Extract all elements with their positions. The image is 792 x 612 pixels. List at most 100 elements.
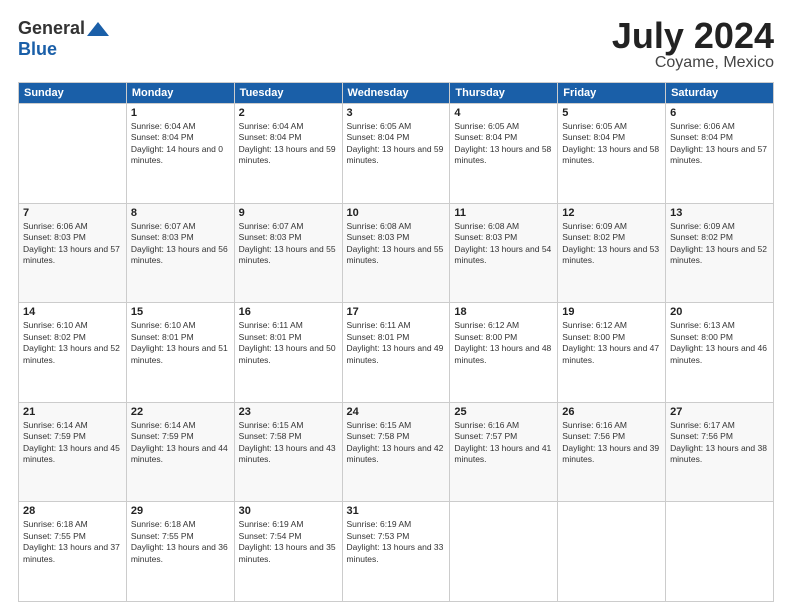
day-info: Sunrise: 6:10 AM Sunset: 8:02 PM Dayligh… (23, 320, 122, 366)
day-number: 16 (239, 306, 338, 318)
day-header-monday: Monday (126, 83, 234, 104)
page: General Blue July 2024 Coyame, Mexico Su… (0, 0, 792, 612)
day-number: 17 (347, 306, 446, 318)
day-number: 14 (23, 306, 122, 318)
day-cell: 9Sunrise: 6:07 AM Sunset: 8:03 PM Daylig… (234, 203, 342, 303)
week-row-2: 7 Sunrise: 6:06 AM Sunset: 8:03 PM Daylig… (19, 203, 774, 303)
day-header-thursday: Thursday (450, 83, 558, 104)
day-info: Sunrise: 6:05 AM Sunset: 8:04 PM Dayligh… (347, 121, 446, 167)
day-number: 28 (23, 505, 122, 517)
day-info: Sunrise: 6:06 AM Sunset: 8:03 PM Dayligh… (23, 221, 122, 267)
day-cell: 8Sunrise: 6:07 AM Sunset: 8:03 PM Daylig… (126, 203, 234, 303)
week-row-3: 14 Sunrise: 6:10 AM Sunset: 8:02 PM Dayli… (19, 303, 774, 403)
day-cell: 28 Sunrise: 6:18 AM Sunset: 7:55 PM Dayli… (19, 502, 127, 602)
day-number: 29 (131, 505, 230, 517)
day-cell (450, 502, 558, 602)
day-cell: 25 Sunrise: 6:16 AM Sunset: 7:57 PM Dayli… (450, 402, 558, 502)
day-number: 8 (131, 207, 230, 219)
day-cell: 14 Sunrise: 6:10 AM Sunset: 8:02 PM Dayli… (19, 303, 127, 403)
day-number: 9 (239, 207, 338, 219)
day-number: 23 (239, 406, 338, 418)
day-number: 18 (454, 306, 553, 318)
week-row-4: 21 Sunrise: 6:14 AM Sunset: 7:59 PM Dayli… (19, 402, 774, 502)
day-cell: 26 Sunrise: 6:16 AM Sunset: 7:56 PM Dayli… (558, 402, 666, 502)
day-number: 20 (670, 306, 769, 318)
day-number: 19 (562, 306, 661, 318)
day-header-friday: Friday (558, 83, 666, 104)
day-number: 13 (670, 207, 769, 219)
day-info: Sunrise: 6:14 AM Sunset: 7:59 PM Dayligh… (131, 420, 230, 466)
day-info: Sunrise: 6:16 AM Sunset: 7:56 PM Dayligh… (562, 420, 661, 466)
day-info: Sunrise: 6:16 AM Sunset: 7:57 PM Dayligh… (454, 420, 553, 466)
day-number: 5 (562, 107, 661, 119)
day-info: Sunrise: 6:19 AM Sunset: 7:53 PM Dayligh… (347, 519, 446, 565)
day-cell: 30 Sunrise: 6:19 AM Sunset: 7:54 PM Dayli… (234, 502, 342, 602)
day-number: 21 (23, 406, 122, 418)
day-cell: 7 Sunrise: 6:06 AM Sunset: 8:03 PM Daylig… (19, 203, 127, 303)
day-cell: 27 Sunrise: 6:17 AM Sunset: 7:56 PM Dayli… (666, 402, 774, 502)
day-cell: 5Sunrise: 6:05 AM Sunset: 8:04 PM Daylig… (558, 104, 666, 204)
day-cell (666, 502, 774, 602)
day-cell: 19 Sunrise: 6:12 AM Sunset: 8:00 PM Dayli… (558, 303, 666, 403)
logo-icon (87, 20, 109, 38)
day-cell: 1Sunrise: 6:04 AM Sunset: 8:04 PM Daylig… (126, 104, 234, 204)
day-cell (558, 502, 666, 602)
day-cell: 18Sunrise: 6:12 AM Sunset: 8:00 PM Dayli… (450, 303, 558, 403)
day-number: 6 (670, 107, 769, 119)
day-cell: 12Sunrise: 6:09 AM Sunset: 8:02 PM Dayli… (558, 203, 666, 303)
day-number: 30 (239, 505, 338, 517)
day-info: Sunrise: 6:14 AM Sunset: 7:59 PM Dayligh… (23, 420, 122, 466)
day-cell: 23 Sunrise: 6:15 AM Sunset: 7:58 PM Dayli… (234, 402, 342, 502)
day-number: 2 (239, 107, 338, 119)
day-cell: 2 Sunrise: 6:04 AM Sunset: 8:04 PM Daylig… (234, 104, 342, 204)
day-header-sunday: Sunday (19, 83, 127, 104)
day-number: 10 (347, 207, 446, 219)
day-info: Sunrise: 6:18 AM Sunset: 7:55 PM Dayligh… (131, 519, 230, 565)
day-header-saturday: Saturday (666, 83, 774, 104)
day-info: Sunrise: 6:11 AM Sunset: 8:01 PM Dayligh… (347, 320, 446, 366)
day-info: Sunrise: 6:06 AM Sunset: 8:04 PM Dayligh… (670, 121, 769, 167)
day-cell: 22Sunrise: 6:14 AM Sunset: 7:59 PM Dayli… (126, 402, 234, 502)
day-info: Sunrise: 6:09 AM Sunset: 8:02 PM Dayligh… (670, 221, 769, 267)
logo: General Blue (18, 18, 109, 60)
day-cell: 31 Sunrise: 6:19 AM Sunset: 7:53 PM Dayli… (342, 502, 450, 602)
day-cell (19, 104, 127, 204)
day-number: 25 (454, 406, 553, 418)
logo-general: General (18, 18, 85, 39)
day-number: 26 (562, 406, 661, 418)
day-cell: 10 Sunrise: 6:08 AM Sunset: 8:03 PM Dayli… (342, 203, 450, 303)
day-info: Sunrise: 6:11 AM Sunset: 8:01 PM Dayligh… (239, 320, 338, 366)
month-title: July 2024 (612, 18, 774, 54)
day-number: 27 (670, 406, 769, 418)
header: General Blue July 2024 Coyame, Mexico (18, 18, 774, 72)
day-cell: 6 Sunrise: 6:06 AM Sunset: 8:04 PM Daylig… (666, 104, 774, 204)
day-info: Sunrise: 6:08 AM Sunset: 8:03 PM Dayligh… (347, 221, 446, 267)
day-info: Sunrise: 6:12 AM Sunset: 8:00 PM Dayligh… (562, 320, 661, 366)
day-cell: 11Sunrise: 6:08 AM Sunset: 8:03 PM Dayli… (450, 203, 558, 303)
day-info: Sunrise: 6:04 AM Sunset: 8:04 PM Dayligh… (131, 121, 230, 167)
location-title: Coyame, Mexico (612, 54, 774, 72)
day-number: 31 (347, 505, 446, 517)
day-number: 4 (454, 107, 553, 119)
day-info: Sunrise: 6:04 AM Sunset: 8:04 PM Dayligh… (239, 121, 338, 167)
week-row-5: 28 Sunrise: 6:18 AM Sunset: 7:55 PM Dayli… (19, 502, 774, 602)
day-cell: 21 Sunrise: 6:14 AM Sunset: 7:59 PM Dayli… (19, 402, 127, 502)
day-info: Sunrise: 6:17 AM Sunset: 7:56 PM Dayligh… (670, 420, 769, 466)
day-cell: 17 Sunrise: 6:11 AM Sunset: 8:01 PM Dayli… (342, 303, 450, 403)
week-row-1: 1Sunrise: 6:04 AM Sunset: 8:04 PM Daylig… (19, 104, 774, 204)
day-info: Sunrise: 6:18 AM Sunset: 7:55 PM Dayligh… (23, 519, 122, 565)
header-row: SundayMondayTuesdayWednesdayThursdayFrid… (19, 83, 774, 104)
day-header-tuesday: Tuesday (234, 83, 342, 104)
day-info: Sunrise: 6:19 AM Sunset: 7:54 PM Dayligh… (239, 519, 338, 565)
day-cell: 13 Sunrise: 6:09 AM Sunset: 8:02 PM Dayli… (666, 203, 774, 303)
day-info: Sunrise: 6:15 AM Sunset: 7:58 PM Dayligh… (239, 420, 338, 466)
day-info: Sunrise: 6:15 AM Sunset: 7:58 PM Dayligh… (347, 420, 446, 466)
day-number: 15 (131, 306, 230, 318)
day-cell: 16 Sunrise: 6:11 AM Sunset: 8:01 PM Dayli… (234, 303, 342, 403)
day-cell: 3Sunrise: 6:05 AM Sunset: 8:04 PM Daylig… (342, 104, 450, 204)
day-number: 7 (23, 207, 122, 219)
day-header-wednesday: Wednesday (342, 83, 450, 104)
day-cell: 15Sunrise: 6:10 AM Sunset: 8:01 PM Dayli… (126, 303, 234, 403)
day-number: 24 (347, 406, 446, 418)
logo-blue: Blue (18, 39, 57, 60)
